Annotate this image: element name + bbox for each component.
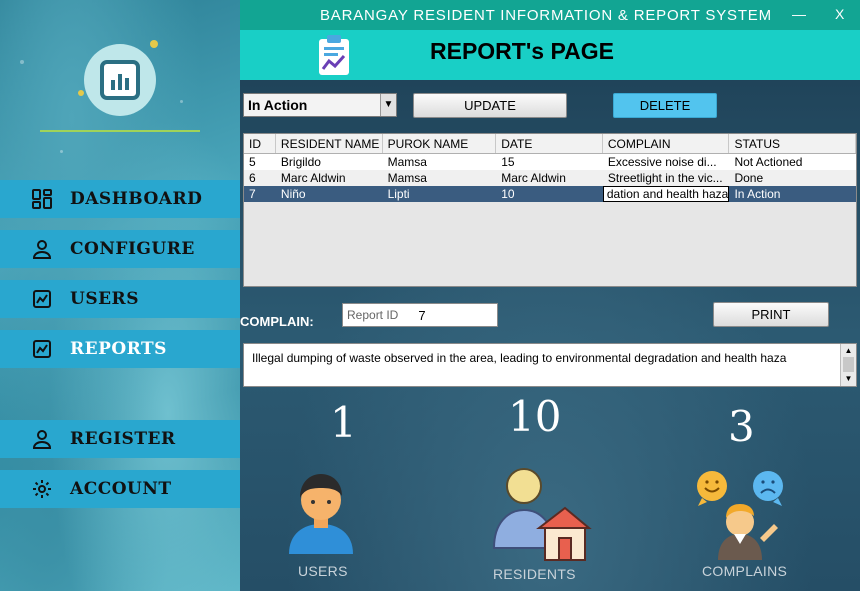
bar-chart-icon: [100, 60, 140, 100]
textarea-scrollbar[interactable]: ▲ ▼: [840, 344, 856, 386]
user-icon: [30, 427, 54, 451]
table-cell: Excessive noise di...: [607, 155, 717, 169]
column-header[interactable]: STATUS: [729, 134, 857, 153]
column-header[interactable]: RESIDENT NAME: [276, 134, 383, 153]
table-cell: Mamsa: [387, 171, 427, 185]
sidebar-item-reports[interactable]: REPORTS: [0, 330, 240, 368]
complains-icon: [694, 468, 790, 567]
complains-count: 3: [728, 402, 755, 451]
table-row-selected[interactable]: 7 Niño Lipti 10 dation and health haza I…: [244, 186, 856, 202]
window-title: BARANGAY RESIDENT INFORMATION & REPORT S…: [320, 7, 772, 24]
logo-dot: [150, 40, 158, 48]
sidebar-item-register[interactable]: REGISTER: [0, 420, 240, 458]
decor-speck: [60, 150, 63, 153]
decor-speck: [20, 60, 24, 64]
table-cell: Lipti: [387, 187, 410, 201]
sidebar-item-configure[interactable]: CONFIGURE: [0, 230, 240, 268]
table-cell: 5: [249, 155, 256, 169]
table-cell: Marc Aldwin: [501, 171, 566, 185]
complain-label: COMPLAIN:: [240, 314, 314, 329]
residents-icon: [492, 466, 592, 569]
dashboard-icon: [30, 187, 54, 211]
user-icon: [30, 237, 54, 261]
table-header: ID RESIDENT NAME PUROK NAME DATE COMPLAI…: [244, 134, 857, 154]
sidebar-item-account[interactable]: ACCOUNT: [0, 470, 240, 508]
residents-label: RESIDENTS: [493, 566, 576, 582]
sidebar-item-label: USERS: [70, 289, 139, 309]
delete-button[interactable]: DELETE: [613, 93, 717, 118]
scroll-thumb[interactable]: [843, 357, 854, 372]
users-label: USERS: [298, 563, 348, 579]
decor-speck: [180, 100, 183, 103]
status-select-value: In Action: [248, 97, 308, 113]
sidebar-item-label: REGISTER: [70, 429, 176, 449]
sidebar-item-dashboard[interactable]: DASHBOARD: [0, 180, 240, 218]
table-cell: 15: [501, 155, 515, 169]
residents-count: 10: [508, 392, 562, 441]
complains-label: COMPLAINS: [702, 563, 788, 579]
close-button[interactable]: X: [835, 6, 844, 22]
table-cell: Niño: [280, 187, 306, 201]
report-id-placeholder: Report ID: [347, 308, 399, 322]
users-count: 1: [330, 398, 357, 447]
gear-icon: [30, 477, 54, 501]
minimize-button[interactable]: —: [792, 6, 806, 22]
title-bar: BARANGAY RESIDENT INFORMATION & REPORT S…: [240, 0, 860, 30]
users-icon: [286, 468, 356, 561]
column-header[interactable]: ID: [244, 134, 276, 153]
column-header[interactable]: PUROK NAME: [383, 134, 497, 153]
page-title: REPORT's PAGE: [430, 38, 614, 64]
table-cell-editor[interactable]: dation and health haza: [602, 186, 730, 202]
logo-dot: [78, 90, 84, 96]
reports-table[interactable]: ID RESIDENT NAME PUROK NAME DATE COMPLAI…: [243, 133, 857, 287]
chart-doc-icon: [30, 337, 54, 361]
table-row[interactable]: 5 Brigildo Mamsa 15 Excessive noise di..…: [244, 154, 856, 170]
scroll-down-icon[interactable]: ▼: [841, 372, 856, 385]
report-id-field[interactable]: Report ID 7: [342, 303, 498, 327]
status-select[interactable]: In Action ▼: [243, 93, 397, 117]
clipboard-chart-icon: [318, 34, 350, 81]
chart-doc-icon: [30, 287, 54, 311]
complain-text: Illegal dumping of waste observed in the…: [252, 351, 787, 365]
sidebar-item-users[interactable]: USERS: [0, 280, 240, 318]
sidebar: DASHBOARD CONFIGURE USERS REPORTS REGIST…: [0, 0, 240, 591]
report-id-value: 7: [418, 307, 426, 323]
sidebar-item-label: REPORTS: [70, 339, 167, 359]
table-cell: Mamsa: [387, 155, 427, 169]
sidebar-item-label: ACCOUNT: [70, 479, 172, 499]
table-cell: 6: [249, 171, 256, 185]
update-button[interactable]: UPDATE: [413, 93, 567, 118]
print-button[interactable]: PRINT: [713, 302, 829, 327]
column-header[interactable]: DATE: [496, 134, 603, 153]
main-panel: In Action ▼ UPDATE DELETE ID RESIDENT NA…: [240, 80, 860, 591]
table-cell: 10: [501, 187, 515, 201]
table-cell: 7: [249, 187, 256, 201]
logo-underline: [40, 130, 200, 132]
column-header[interactable]: COMPLAIN: [603, 134, 730, 153]
table-cell: Marc Aldwin: [280, 171, 346, 185]
page-header: REPORT's PAGE: [240, 30, 860, 80]
table-row[interactable]: 6 Marc Aldwin Mamsa Marc Aldwin Streetli…: [244, 170, 856, 186]
table-cell: Not Actioned: [734, 155, 803, 169]
table-cell: In Action: [734, 187, 781, 201]
complain-textarea[interactable]: Illegal dumping of waste observed in the…: [243, 343, 857, 387]
table-cell: Brigildo: [280, 155, 321, 169]
scroll-up-icon[interactable]: ▲: [841, 344, 856, 357]
table-cell: Streetlight in the vic...: [607, 171, 723, 185]
app-logo: [84, 44, 156, 116]
sidebar-item-label: DASHBOARD: [70, 189, 203, 209]
sidebar-item-label: CONFIGURE: [70, 239, 195, 259]
table-cell: Done: [734, 171, 764, 185]
chevron-down-icon[interactable]: ▼: [380, 94, 396, 116]
